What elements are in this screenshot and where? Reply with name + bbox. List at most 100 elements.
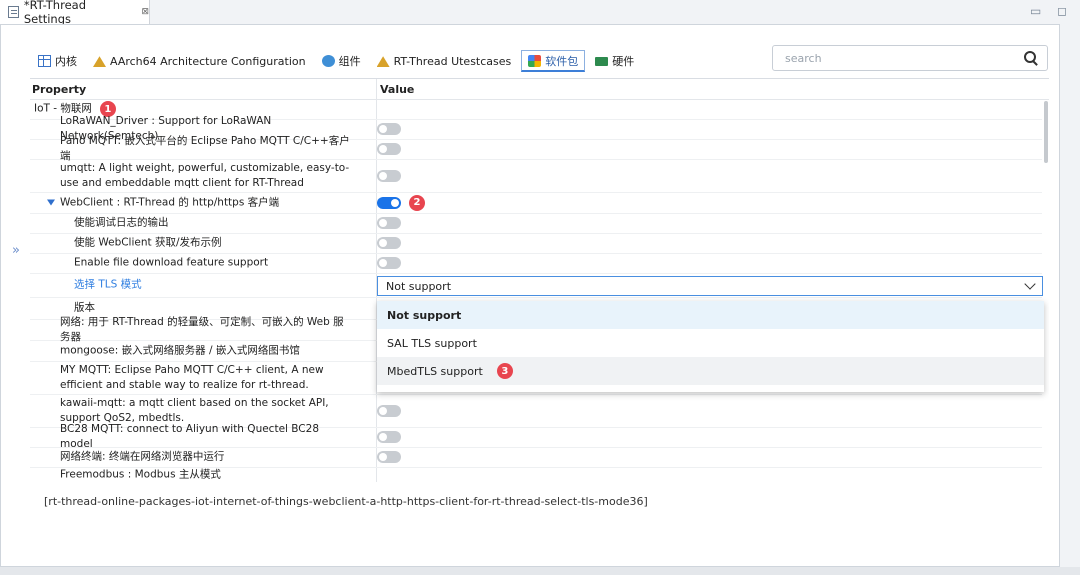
property-label: BC28 MQTT: connect to Aliyun with Quecte…	[60, 423, 319, 450]
toggle-switch-off[interactable]	[377, 217, 401, 229]
grid-icon	[38, 55, 51, 67]
search-icon[interactable]	[1023, 50, 1039, 66]
property-name: Enable file download feature support	[74, 256, 350, 271]
step-badge: 2	[409, 194, 425, 211]
chip-icon	[376, 56, 390, 67]
expand-side-panel-icon[interactable]: »	[12, 243, 20, 258]
chip-icon	[93, 56, 106, 67]
property-value	[377, 431, 401, 443]
property-label: Paho MQTT: 嵌入式平台的 Eclipse Paho MQTT C/C+…	[60, 135, 350, 162]
tls-mode-value: Not support	[386, 279, 452, 293]
dropdown-option[interactable]: Not support	[377, 301, 1044, 329]
property-label: 选择 TLS 模式	[74, 278, 142, 291]
editor-tab[interactable]: *RT-Thread Settings ⊠	[0, 0, 150, 26]
toggle-switch-on[interactable]	[377, 196, 401, 209]
tls-mode-dropdown: Not support SAL TLS support MbedTLS suppor…	[377, 301, 1044, 392]
property-label: 网络: 用于 RT-Thread 的轻量级、可定制、可嵌入的 Web 服务器	[60, 315, 344, 343]
board-icon	[595, 56, 609, 66]
toggle-switch-off[interactable]	[377, 123, 401, 135]
table-row[interactable]: Enable file download feature support	[30, 253, 1042, 274]
editor-tab-title: *RT-Thread Settings	[23, 0, 86, 26]
toggle-switch-off[interactable]	[377, 143, 401, 155]
toggle-switch-off[interactable]	[377, 431, 401, 443]
vertical-scrollbar[interactable]	[1043, 99, 1049, 482]
toggle-switch-off[interactable]	[377, 257, 401, 269]
window-controls[interactable]: ▭ ◻	[1030, 4, 1073, 18]
property-label: Freemodbus : Modbus 主从模式	[60, 468, 221, 481]
option-label: MbedTLS support	[387, 364, 483, 378]
dropdown-option[interactable]: MbedTLS support 3	[377, 357, 1044, 385]
property-name: 使能调试日志的输出	[74, 216, 350, 231]
tab-label: 内核	[55, 55, 77, 68]
tab-label: RT-Thread Utestcases	[393, 54, 512, 68]
table-row[interactable]: 使能调试日志的输出	[30, 213, 1042, 234]
property-value	[377, 404, 401, 417]
property-name: WebClient : RT-Thread 的 http/https 客户端	[47, 195, 337, 210]
tab-2[interactable]: 组件	[316, 50, 367, 72]
tab-3[interactable]: RT-Thread Utestcases	[371, 50, 518, 72]
property-label: 版本	[74, 301, 95, 314]
property-name: MY MQTT: Eclipse Paho MQTT C/C++ client,…	[60, 363, 350, 393]
property-label: WebClient : RT-Thread 的 http/https 客户端	[60, 196, 280, 208]
puzzle-icon	[528, 54, 542, 67]
property-value	[377, 143, 401, 155]
property-label: IoT - 物联网	[34, 102, 92, 115]
tab-4[interactable]: 软件包	[521, 50, 586, 72]
table-row[interactable]: 使能 WebClient 获取/发布示例	[30, 233, 1042, 254]
property-name: Freemodbus : Modbus 主从模式	[60, 468, 350, 483]
table-row[interactable]: Paho MQTT: 嵌入式平台的 Eclipse Paho MQTT C/C+…	[30, 135, 1042, 162]
property-table: Property Value IoT - 物联网 1 LoRaWAN_Driver …	[30, 78, 1049, 482]
tab-5[interactable]: 硬件	[589, 50, 640, 72]
property-description: [rt-thread-online-packages-iot-internet-…	[44, 495, 648, 508]
expand-triangle-icon[interactable]	[47, 199, 55, 205]
property-value	[377, 217, 401, 229]
property-name: 网络终端: 终端在网络浏览器中运行	[60, 450, 350, 465]
property-label: 网络终端: 终端在网络浏览器中运行	[60, 450, 225, 463]
tab-label: 硬件	[612, 55, 635, 68]
property-value	[377, 237, 401, 249]
property-name: 使能 WebClient 获取/发布示例	[74, 236, 350, 251]
toggle-switch-off[interactable]	[377, 169, 401, 182]
table-row[interactable]: 网络终端: 终端在网络浏览器中运行	[30, 447, 1042, 468]
property-label: Enable file download feature support	[74, 256, 269, 269]
property-value	[377, 451, 401, 463]
settings-tabs: 内核 AArch64 Architecture Configuration 组件 RT…	[32, 50, 640, 72]
property-name: 版本	[74, 301, 350, 316]
property-label: 使能 WebClient 获取/发布示例	[74, 236, 222, 249]
table-row[interactable]: WebClient : RT-Thread 的 http/https 客户端 2	[30, 192, 1042, 214]
table-row[interactable]: umqtt: A light weight, powerful, customi…	[30, 159, 1042, 193]
table-header: Property Value	[30, 79, 1049, 100]
column-header-value: Value	[380, 83, 415, 96]
property-name: kawaii-mqtt: a mqtt client based on the …	[60, 396, 350, 426]
toggle-switch-off[interactable]	[377, 237, 401, 249]
tab-label: 组件	[338, 55, 361, 68]
tab-1[interactable]: AArch64 Architecture Configuration	[87, 50, 312, 72]
option-label: Not support	[387, 308, 462, 322]
property-value	[377, 169, 401, 182]
close-tab-icon[interactable]: ⊠	[141, 7, 149, 17]
step-badge: 3	[496, 363, 513, 379]
table-row[interactable]: BC28 MQTT: connect to Aliyun with Quecte…	[30, 423, 1042, 450]
scrollbar-thumb[interactable]	[1044, 101, 1048, 163]
column-header-property: Property	[32, 83, 87, 96]
property-value	[377, 123, 401, 135]
tls-mode-select[interactable]: Not support	[377, 276, 1043, 296]
property-label: MY MQTT: Eclipse Paho MQTT C/C++ client,…	[60, 363, 324, 391]
property-label: 使能调试日志的输出	[74, 216, 169, 229]
property-label: umqtt: A light weight, powerful, customi…	[60, 161, 350, 189]
chevron-down-icon	[1024, 278, 1036, 290]
property-label: mongoose: 嵌入式网络服务器 / 嵌入式网络图书馆	[60, 344, 300, 356]
option-label: SAL TLS support	[387, 336, 477, 350]
tab-label: 软件包	[545, 54, 579, 68]
cube-icon	[321, 55, 335, 67]
search-box	[772, 45, 1048, 71]
property-value: 2	[377, 194, 425, 211]
search-input[interactable]	[783, 50, 1023, 66]
property-label: kawaii-mqtt: a mqtt client based on the …	[60, 396, 329, 424]
dropdown-option[interactable]: SAL TLS support	[377, 329, 1044, 357]
settings-file-icon	[8, 6, 19, 18]
toggle-switch-off[interactable]	[377, 404, 401, 417]
table-row[interactable]: Freemodbus : Modbus 主从模式	[30, 467, 1042, 482]
toggle-switch-off[interactable]	[377, 451, 401, 463]
tab-0[interactable]: 内核	[32, 50, 83, 72]
